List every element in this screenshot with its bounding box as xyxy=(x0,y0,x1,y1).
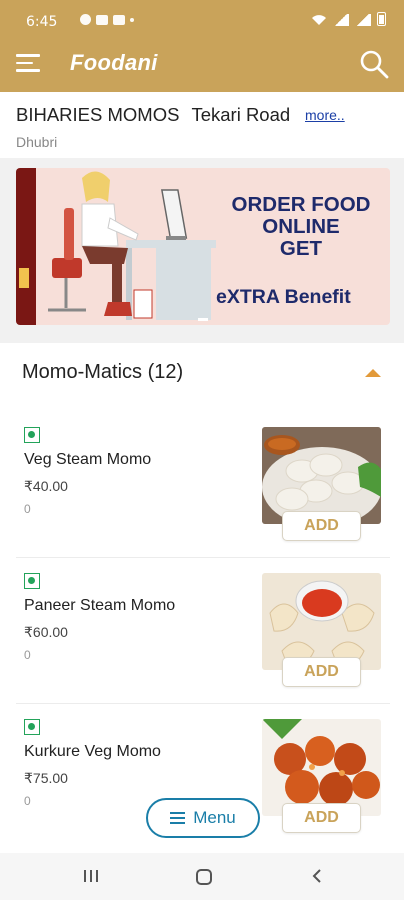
menu-item: Paneer Steam Momo ₹60.00 0 ADD xyxy=(0,561,404,709)
divider xyxy=(16,557,390,558)
status-left-icons xyxy=(80,14,134,25)
divider xyxy=(16,703,390,704)
item-name: Kurkure Veg Momo xyxy=(24,743,161,760)
youtube-icon xyxy=(113,14,125,25)
signal-icon xyxy=(355,14,371,26)
veg-indicator-icon xyxy=(24,719,40,735)
item-name: Veg Steam Momo xyxy=(24,451,152,468)
promo-banner[interactable]: ORDER FOOD ONLINE GET eXTRA Benefit xyxy=(16,168,390,325)
home-icon[interactable] xyxy=(194,867,214,887)
office-illustration xyxy=(48,171,216,320)
item-image xyxy=(262,719,381,816)
app-bar: Foodani xyxy=(0,36,404,92)
menu-category-card: Momo-Matics (12) Veg Steam Momo ₹40.00 0… xyxy=(0,343,404,853)
item-image xyxy=(262,573,381,670)
menu-button-label: Menu xyxy=(193,808,236,827)
item-count: 0 xyxy=(24,794,31,808)
dot-icon xyxy=(130,17,134,22)
add-button[interactable]: ADD xyxy=(282,511,361,541)
hamburger-icon[interactable] xyxy=(16,54,40,72)
search-icon[interactable] xyxy=(358,48,390,80)
status-bar: 6:45 xyxy=(0,0,404,36)
veg-indicator-icon xyxy=(24,573,40,589)
item-count: 0 xyxy=(24,502,31,516)
banner-headline: ORDER FOOD ONLINE GET xyxy=(211,194,390,260)
restaurant-city: Dhubri xyxy=(16,134,58,150)
item-price: ₹75.00 xyxy=(24,770,68,786)
list-icon xyxy=(170,812,186,824)
banner-page-indicator xyxy=(198,318,208,321)
banner-line-3: GET xyxy=(279,237,323,260)
more-link[interactable]: more.. xyxy=(305,107,345,123)
restaurant-name: BIHARIES MOMOS xyxy=(16,104,180,125)
category-title[interactable]: Momo-Matics (12) xyxy=(22,361,183,384)
item-image xyxy=(262,427,381,524)
add-button[interactable]: ADD xyxy=(282,803,361,833)
battery-icon xyxy=(377,12,386,26)
signal-icon xyxy=(333,14,349,26)
add-button[interactable]: ADD xyxy=(282,657,361,687)
restaurant-header: BIHARIES MOMOS Tekari Road more.. Dhubri xyxy=(0,92,404,158)
status-time: 6:45 xyxy=(26,14,58,30)
recents-icon[interactable] xyxy=(82,867,100,885)
banner-line-1: ORDER FOOD xyxy=(231,193,371,216)
item-price: ₹40.00 xyxy=(24,478,68,494)
banner-prev-slide xyxy=(16,168,36,325)
back-icon[interactable] xyxy=(308,867,326,885)
banner-line-2: ONLINE xyxy=(262,215,340,238)
wifi-icon xyxy=(312,15,326,25)
menu-item: Veg Steam Momo ₹40.00 0 ADD xyxy=(0,415,404,563)
collapse-caret-icon[interactable] xyxy=(365,369,381,377)
veg-indicator-icon xyxy=(24,427,40,443)
settings-icon xyxy=(80,14,91,25)
item-name: Paneer Steam Momo xyxy=(24,597,176,614)
system-nav-bar xyxy=(0,853,404,900)
gallery-icon xyxy=(96,14,108,25)
floating-menu-button[interactable]: Menu xyxy=(146,798,260,838)
restaurant-title: BIHARIES MOMOS Tekari Road xyxy=(16,104,290,126)
restaurant-road: Tekari Road xyxy=(191,104,291,125)
status-right-icons xyxy=(311,12,386,26)
item-price: ₹60.00 xyxy=(24,624,68,640)
app-title: Foodani xyxy=(70,50,158,75)
item-count: 0 xyxy=(24,648,31,662)
banner-extra-benefit: eXTRA Benefit xyxy=(216,286,351,308)
